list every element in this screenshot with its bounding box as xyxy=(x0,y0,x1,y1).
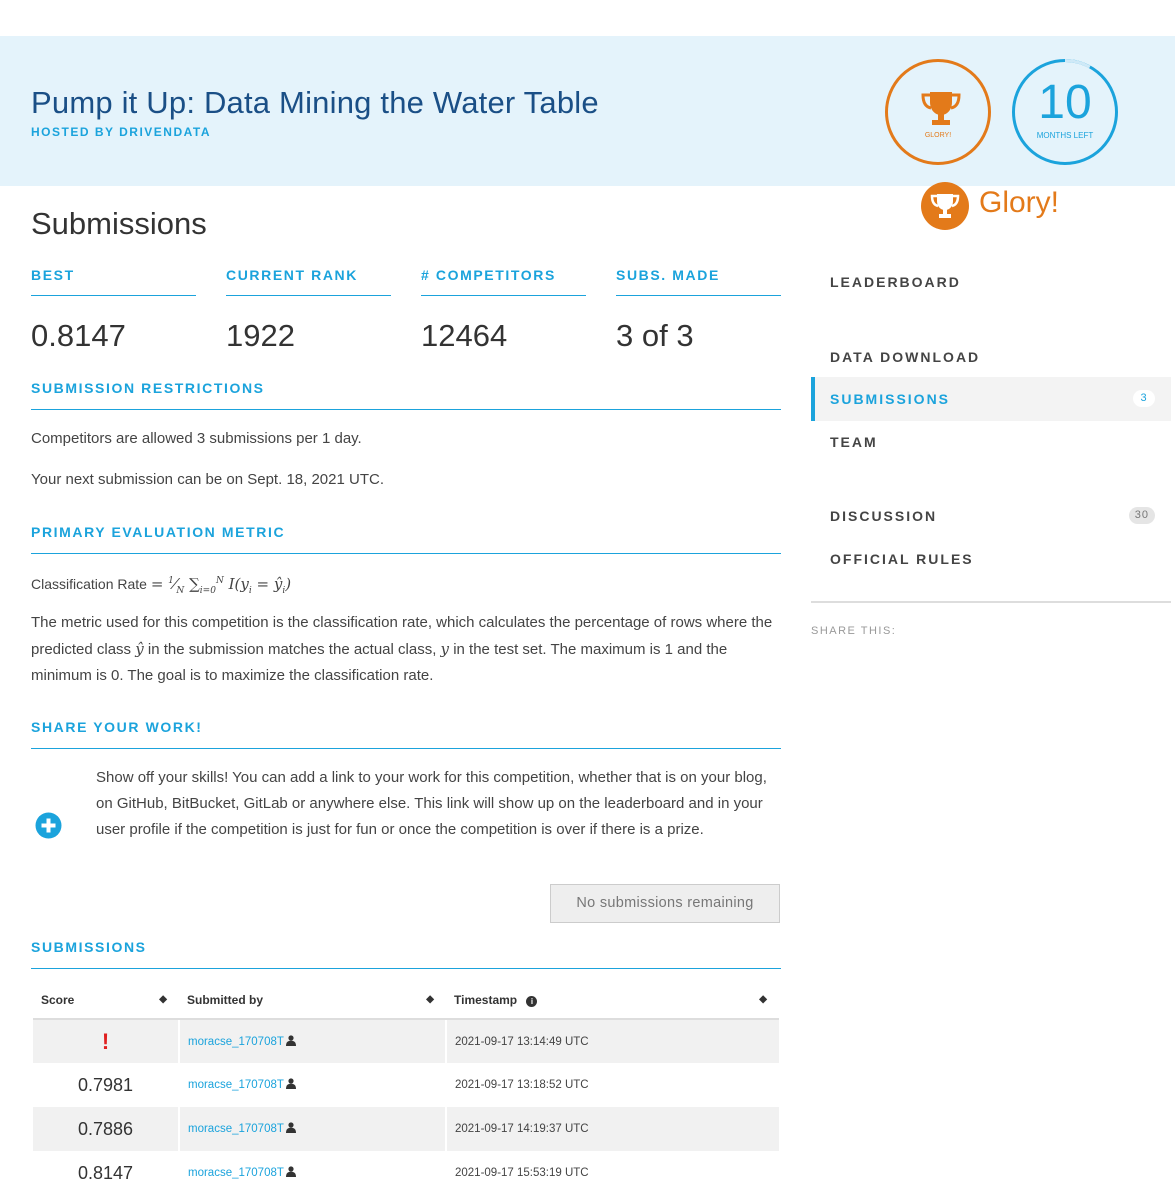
submissions-count-badge: 3 xyxy=(1133,390,1155,407)
sidebar-divider xyxy=(811,601,1171,603)
restrictions-line-2: Your next submission can be on Sept. 18,… xyxy=(31,471,384,488)
score-cell: ! xyxy=(33,1019,179,1063)
discussion-count-badge: 30 xyxy=(1128,507,1155,524)
column-header-score[interactable]: Score ◆ xyxy=(33,982,179,1020)
predicted-class-symbol: ŷ xyxy=(135,640,144,658)
time-remaining-arc xyxy=(1012,59,1118,165)
user-link[interactable]: moracse_170708T xyxy=(188,1079,284,1091)
metric-formula: Classification Rate = 1⁄N ∑i=0N I(yi = ŷ… xyxy=(31,568,783,604)
trophy-icon xyxy=(918,86,964,132)
stat-value: 0.8147 xyxy=(31,318,126,353)
submissions-heading: SUBMISSIONS xyxy=(31,939,781,969)
column-header-timestamp[interactable]: Timestamp i ◆ xyxy=(446,982,779,1020)
competition-host[interactable]: HOSTED BY DRIVENDATA xyxy=(31,125,211,139)
stat-value: 1922 xyxy=(226,318,295,353)
column-header-label: Timestamp xyxy=(454,993,518,1007)
add-link-icon[interactable] xyxy=(35,812,62,839)
no-submissions-remaining-button[interactable]: No submissions remaining xyxy=(550,884,780,923)
score-cell: 0.7886 xyxy=(33,1107,179,1151)
submitted-by-cell[interactable]: moracse_170708T xyxy=(178,1107,446,1151)
sidebar-item-label: SUBMISSIONS xyxy=(830,391,951,407)
sort-icon[interactable]: ◆ xyxy=(426,994,434,1005)
stat-value: 3 of 3 xyxy=(616,318,694,353)
timestamp-cell: 2021-09-17 14:19:37 UTC xyxy=(445,1107,779,1151)
prize-badge: GLORY! xyxy=(885,59,991,165)
sidebar-item-submissions[interactable]: SUBMISSIONS 3 xyxy=(811,377,1171,421)
timestamp-cell: 2021-09-17 15:53:19 UTC xyxy=(445,1151,779,1189)
sidebar-item-leaderboard[interactable]: LEADERBOARD xyxy=(811,260,1171,304)
share-description: Show off your skills! You can add a link… xyxy=(96,769,767,838)
user-link[interactable]: moracse_170708T xyxy=(188,1123,284,1135)
metric-label: Classification Rate xyxy=(31,576,147,592)
user-icon xyxy=(285,1078,296,1092)
stat-label: # COMPETITORS xyxy=(421,265,586,296)
column-header-label: Score xyxy=(41,993,75,1007)
competition-title[interactable]: Pump it Up: Data Mining the Water Table xyxy=(31,85,599,121)
table-header-row: Score ◆ Submitted by ◆ Timestamp i ◆ xyxy=(33,982,779,1020)
column-header-label: Submitted by xyxy=(187,993,264,1007)
metric-heading: PRIMARY EVALUATION METRIC xyxy=(31,524,781,554)
timestamp-cell: 2021-09-17 13:18:52 UTC xyxy=(445,1063,779,1107)
table-row: 0.7886 moracse_170708T 2021-09-17 14:19:… xyxy=(33,1107,779,1151)
prize-label: GLORY! xyxy=(924,132,952,139)
restrictions-line-1: Competitors are allowed 3 submissions pe… xyxy=(31,430,362,447)
sidebar-item-data-download[interactable]: DATA DOWNLOAD xyxy=(811,335,1171,379)
score-cell: 0.8147 xyxy=(77,1162,134,1183)
stat-best: BEST 0.8147 xyxy=(31,265,196,354)
user-link[interactable]: moracse_170708T xyxy=(188,1167,284,1179)
timestamp-cell: 2021-09-17 13:14:49 UTC xyxy=(445,1019,779,1063)
user-icon xyxy=(285,1034,296,1049)
trophy-icon xyxy=(921,182,969,230)
user-icon xyxy=(285,1122,296,1136)
sort-icon[interactable]: ◆ xyxy=(759,994,767,1005)
sidebar-item-team[interactable]: TEAM xyxy=(811,420,1171,464)
share-this-label: SHARE THIS: xyxy=(811,625,897,637)
column-header-submitted-by[interactable]: Submitted by ◆ xyxy=(179,982,446,1020)
user-link[interactable]: moracse_170708T xyxy=(188,1036,284,1048)
share-heading: SHARE YOUR WORK! xyxy=(31,719,781,749)
metric-description-part-2: in the submission matches the actual cla… xyxy=(147,641,437,658)
sidebar-item-label: DISCUSSION xyxy=(830,508,938,524)
metric-description: The metric used for this competition is … xyxy=(31,610,783,689)
submitted-by-cell[interactable]: moracse_170708T xyxy=(178,1063,446,1107)
table-row: ! moracse_170708T 2021-09-17 13:14:49 UT… xyxy=(33,1019,779,1063)
stat-label: BEST xyxy=(31,265,196,296)
stat-current-rank: CURRENT RANK 1922 xyxy=(226,265,391,354)
stat-competitors: # COMPETITORS 12464 xyxy=(421,265,586,354)
error-alert-icon[interactable]: ! xyxy=(102,1029,109,1054)
sort-icon[interactable]: ◆ xyxy=(159,994,167,1005)
restrictions-heading: SUBMISSION RESTRICTIONS xyxy=(31,380,781,410)
stat-subs-made: SUBS. MADE 3 of 3 xyxy=(616,265,781,354)
stat-label: SUBS. MADE xyxy=(616,265,781,296)
page-title: Submissions xyxy=(31,206,207,241)
table-row: 0.7981 moracse_170708T 2021-09-17 13:18:… xyxy=(33,1063,779,1107)
user-icon xyxy=(285,1166,296,1180)
stat-label: CURRENT RANK xyxy=(226,265,391,296)
actual-class-symbol: y xyxy=(440,640,450,658)
submissions-table: Score ◆ Submitted by ◆ Timestamp i ◆ ! mora… xyxy=(33,982,779,1189)
sidebar-item-official-rules[interactable]: OFFICIAL RULES xyxy=(811,537,1171,581)
table-row: 0.8147 moracse_170708T 2021-09-17 15:53:… xyxy=(33,1151,779,1189)
submitted-by-cell[interactable]: moracse_170708T xyxy=(178,1151,446,1189)
info-icon[interactable]: i xyxy=(526,996,538,1007)
score-cell: 0.7981 xyxy=(77,1074,134,1095)
submitted-by-cell[interactable]: moracse_170708T xyxy=(178,1019,446,1063)
stat-value: 12464 xyxy=(421,318,508,353)
sidebar-item-discussion[interactable]: DISCUSSION 30 xyxy=(811,494,1171,538)
glory-text: Glory! xyxy=(979,186,1060,219)
metric-formula-expression: = 1⁄N ∑i=0N I(yi = ŷi) xyxy=(150,575,292,596)
